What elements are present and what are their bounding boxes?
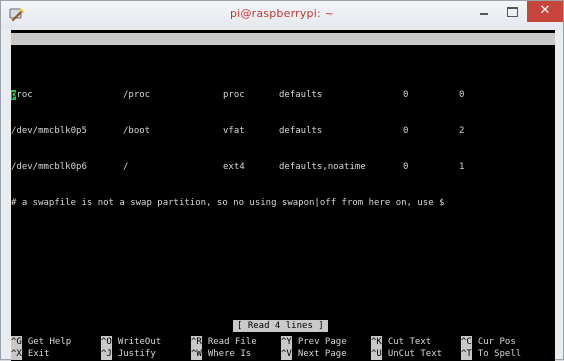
shortcut-read-file[interactable]: ^R Read File (191, 336, 257, 348)
shortcut-get-help[interactable]: ^G Get Help (11, 336, 71, 348)
file-content[interactable]: proc /proc proc defaults 0 0 /dev/mmcblk… (11, 65, 555, 233)
fstab-mount: / (123, 162, 129, 172)
fstab-options: defaults (279, 126, 323, 136)
fstab-pass: 1 (459, 162, 465, 172)
fstab-mount: /proc (123, 90, 151, 100)
fstab-pass: 2 (459, 126, 465, 136)
fstab-comment: # a swapfile is not a swap partition, so… (11, 198, 445, 208)
close-icon: ✕ (539, 3, 551, 18)
maximize-button[interactable] (499, 1, 525, 22)
fstab-options: defaults (279, 90, 323, 100)
minimize-icon (480, 13, 488, 15)
shortcut-to-spell[interactable]: ^T To Spell (461, 348, 521, 360)
fstab-device: /dev/mmcblk0p6 (11, 162, 87, 172)
status-message: [ Read 4 lines ] (233, 320, 328, 332)
shortcut-writeout[interactable]: ^O WriteOut (101, 336, 161, 348)
shortcut-justify[interactable]: ^J Justify (101, 348, 156, 360)
close-button[interactable]: ✕ (527, 1, 563, 22)
shortcut-bar: ^G Get Help ^O WriteOut ^R Read File ^Y Prev… (11, 336, 555, 360)
fstab-options: defaults,noatime (279, 162, 366, 172)
shortcut-where-is[interactable]: ^W Where Is (191, 348, 251, 360)
comment-line: # a swapfile is not a swap partition, so… (11, 197, 555, 209)
file-line: /dev/mmcblk0p6 / ext4 defaults,noatime 0… (11, 161, 555, 173)
fstab-dump: 0 (403, 90, 409, 100)
fstab-dump: 0 (403, 162, 409, 172)
fstab-type: vfat (223, 126, 245, 136)
file-line: proc /proc proc defaults 0 0 (11, 89, 555, 101)
title-bar[interactable]: pi@raspberrypi: ~ ✕ (1, 1, 563, 29)
shortcut-next-page[interactable]: ^V Next Page (281, 348, 347, 360)
fstab-type: proc (223, 90, 245, 100)
shortcut-uncut-text[interactable]: ^U UnCut Text (371, 348, 442, 360)
fstab-dump: 0 (403, 126, 409, 136)
nano-header-bar: GNU nano 2.2.6 File: /etc/fstab (11, 33, 555, 68)
shortcut-exit[interactable]: ^X Exit (11, 348, 50, 360)
fstab-device: /dev/mmcblk0p5 (11, 126, 87, 136)
text-cursor: p (11, 90, 17, 100)
maximize-icon (507, 7, 518, 17)
nano-version: GNU nano 2.2.6 (33, 46, 109, 56)
fstab-type: ext4 (223, 162, 245, 172)
fstab-pass: 0 (459, 90, 465, 100)
shortcut-cur-pos[interactable]: ^C Cur Pos (461, 336, 516, 348)
file-line: /dev/mmcblk0p5 /boot vfat defaults 0 2 (11, 125, 555, 137)
shortcut-prev-page[interactable]: ^Y Prev Page (281, 336, 347, 348)
minimize-button[interactable] (471, 1, 497, 22)
terminal-window: pi@raspberrypi: ~ ✕ GNU nano 2.2.6 File:… (0, 0, 564, 361)
fstab-device: proc (11, 90, 33, 100)
shortcut-cut-text[interactable]: ^K Cut Text (371, 336, 431, 348)
fstab-mount: /boot (123, 126, 151, 136)
terminal-screen[interactable]: GNU nano 2.2.6 File: /etc/fstab proc /pr… (11, 30, 555, 361)
